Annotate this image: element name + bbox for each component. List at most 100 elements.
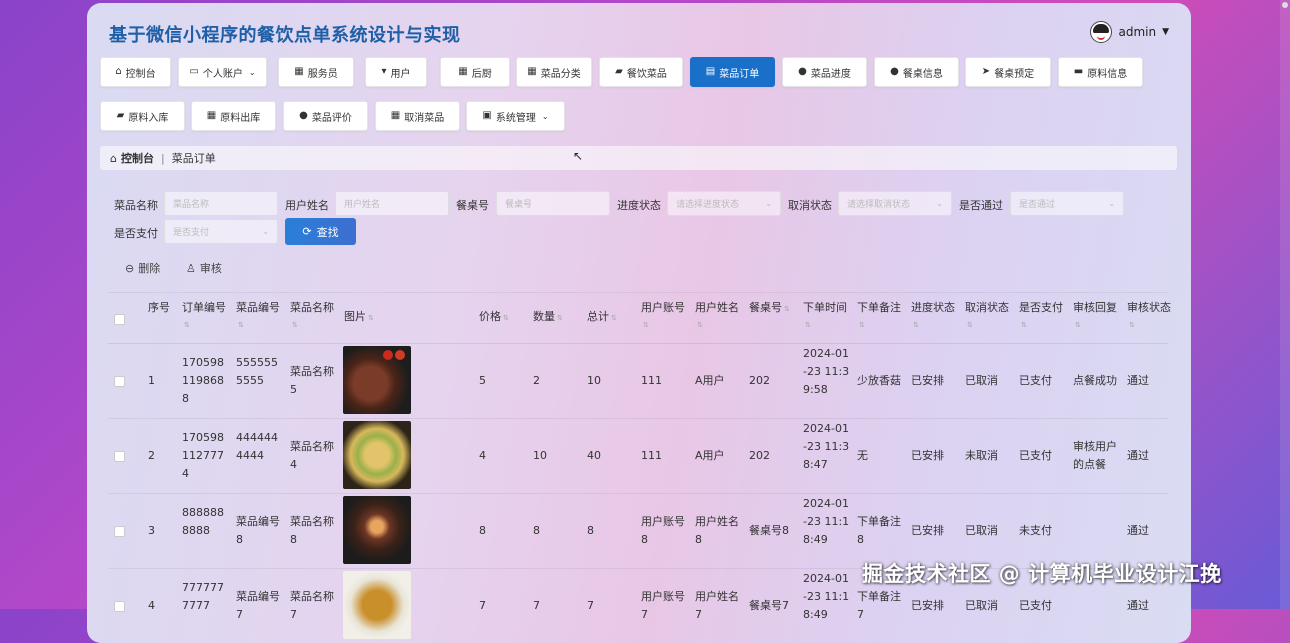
column-header[interactable]: 审核回复 ⇅ [1073,300,1123,333]
table-row[interactable]: 2 1705981127774 4444444444 菜品名称4 4 10 40 111 A用户… [108,418,1168,494]
column-header[interactable]: 菜品编号 ⇅ [236,300,286,333]
dish-name-input[interactable]: 菜品名称 [164,191,278,216]
nav-16[interactable]: ▦ 取消菜品 [375,101,460,131]
nav-2[interactable]: ▭ 个人账户 ⌄ [178,57,267,87]
nav-label: 餐饮菜品 [626,68,667,80]
nav-3[interactable]: ▦ 服务员 [278,57,354,87]
sort-icon[interactable]: ⇅ [784,305,790,313]
column-header[interactable]: 餐桌号 ⇅ [749,300,799,317]
nav-13[interactable]: ▰ 原料入库 [100,101,185,131]
cell-review: 通过 [1127,373,1149,387]
nav-11[interactable]: ➤ 餐桌预定 [965,57,1051,87]
sort-icon[interactable]: ⇅ [643,321,649,329]
column-header-label: 餐桌号 [749,301,782,314]
nav-4[interactable]: ▾ 用户 [365,57,427,87]
cell-price: 7 [479,598,486,612]
column-header-label: 审核状态 [1127,301,1171,314]
column-header[interactable]: 图片 ⇅ [344,309,474,326]
cell-order_no: 8888888888 [182,505,224,537]
sort-icon[interactable]: ⇅ [967,321,973,329]
dish-image [343,346,411,414]
avatar [1090,21,1113,43]
sort-icon[interactable]: ⇅ [859,321,865,329]
column-header[interactable]: 下单时间 ⇅ [803,300,853,333]
sort-icon[interactable]: ⇅ [292,321,298,329]
sort-icon[interactable]: ⇅ [503,314,509,322]
chevron-down-icon: ⌄ [541,111,549,121]
review-button[interactable]: ♙ 审核 [186,260,222,276]
grid-icon: ▦ [390,110,401,121]
dish-icon: ▰ [615,66,623,77]
cell-account: 111 [641,373,662,387]
nav-1[interactable]: ⌂ 控制台 [100,57,171,87]
column-header[interactable]: 数量 ⇅ [533,309,583,326]
column-header[interactable]: 是否支付 ⇅ [1019,300,1069,333]
progress-select[interactable]: 请选择进度状态 ⌄ [667,191,781,216]
sort-icon[interactable]: ⇅ [1129,321,1135,329]
cell-username: A用户 [695,448,725,462]
nav-10[interactable]: ● 餐桌信息 [874,57,959,87]
delete-button[interactable]: ⊖ 删除 [125,260,160,276]
person-icon: ● [890,66,899,77]
column-header[interactable]: 用户姓名 ⇅ [695,300,745,333]
nav-15[interactable]: ● 菜品评价 [283,101,368,131]
nav-5[interactable]: ▦ 后厨 [440,57,510,87]
sort-icon[interactable]: ⇅ [913,321,919,329]
user-icon: ♙ [186,261,196,275]
select-all-checkbox[interactable] [114,314,125,325]
column-header[interactable]: 下单备注 ⇅ [857,300,907,333]
breadcrumb-home[interactable]: 控制台 [121,150,154,166]
cell-review: 通过 [1127,598,1149,612]
column-header-label: 总计 [587,310,609,323]
nav-12[interactable]: ▬ 原料信息 [1058,57,1143,87]
sort-icon[interactable]: ⇅ [697,321,703,329]
nav-9[interactable]: ● 菜品进度 [782,57,867,87]
sort-icon[interactable]: ⇅ [557,314,563,322]
row-checkbox[interactable] [114,451,125,462]
row-checkbox[interactable] [114,376,125,387]
person-icon: ● [299,110,308,121]
user-menu[interactable]: admin ▼ [1090,21,1169,43]
paid-select[interactable]: 是否支付 ⌄ [164,219,278,244]
column-header[interactable]: 用户账号 ⇅ [641,300,691,333]
cell-order_no: 1705981127774 [182,430,224,480]
cancel-select[interactable]: 请选择取消状态 ⌄ [838,191,952,216]
sort-icon[interactable]: ⇅ [368,314,374,322]
sort-icon[interactable]: ⇅ [805,321,811,329]
page-scrollbar[interactable] [1280,0,1290,609]
main-card: 基于微信小程序的餐饮点单系统设计与实现 admin ▼ ⌂ 控制台 ▭ 个人账户 ⌄ ▦ 服… [87,3,1191,643]
table-no-input[interactable]: 餐桌号 [496,191,610,216]
column-header[interactable]: 菜品名称 ⇅ [290,300,340,333]
user-name-input[interactable]: 用户姓名 [335,191,449,216]
sort-icon[interactable]: ⇅ [238,321,244,329]
nav-7[interactable]: ▰ 餐饮菜品 [599,57,683,87]
cell-table: 餐桌号8 [749,523,789,537]
passed-select[interactable]: 是否通过 ⌄ [1010,191,1124,216]
column-header[interactable]: 审核状态 ⇅ [1127,300,1177,333]
sort-icon[interactable]: ⇅ [1075,321,1081,329]
column-header[interactable]: 总计 ⇅ [587,309,637,326]
nav-14[interactable]: ▦ 原料出库 [191,101,276,131]
table-row[interactable]: 1 1705981198688 5555555555 菜品名称5 5 2 10 111 A用户 2… [108,343,1168,419]
row-checkbox[interactable] [114,601,125,612]
column-header[interactable]: 进度状态 ⇅ [911,300,961,333]
breadcrumb-current: 菜品订单 [171,152,216,165]
nav-17[interactable]: ▣ 系统管理 ⌄ [466,101,565,131]
cell-table: 202 [749,448,770,462]
column-header[interactable]: 取消状态 ⇅ [965,300,1015,333]
nav-label: 餐桌预定 [994,68,1035,80]
column-header[interactable]: 订单编号 ⇅ [182,300,232,333]
nav-6[interactable]: ▦ 菜品分类 [516,57,592,87]
sort-icon[interactable]: ⇅ [611,314,617,322]
row-checkbox[interactable] [114,526,125,537]
search-button[interactable]: ⟳ 查找 [285,218,356,245]
column-header[interactable]: 价格 ⇅ [479,309,529,326]
nav-8[interactable]: ▤ 菜品订单 [690,57,775,87]
breadcrumb-separator: | [160,151,165,165]
cell-idx: 1 [148,373,155,387]
sort-icon[interactable]: ⇅ [1021,321,1027,329]
clipboard-icon: ▤ [705,66,716,77]
cell-idx: 2 [148,448,155,462]
watermark: 掘金技术社区 @ 计算机毕业设计江挽 [862,562,1222,586]
sort-icon[interactable]: ⇅ [184,321,190,329]
